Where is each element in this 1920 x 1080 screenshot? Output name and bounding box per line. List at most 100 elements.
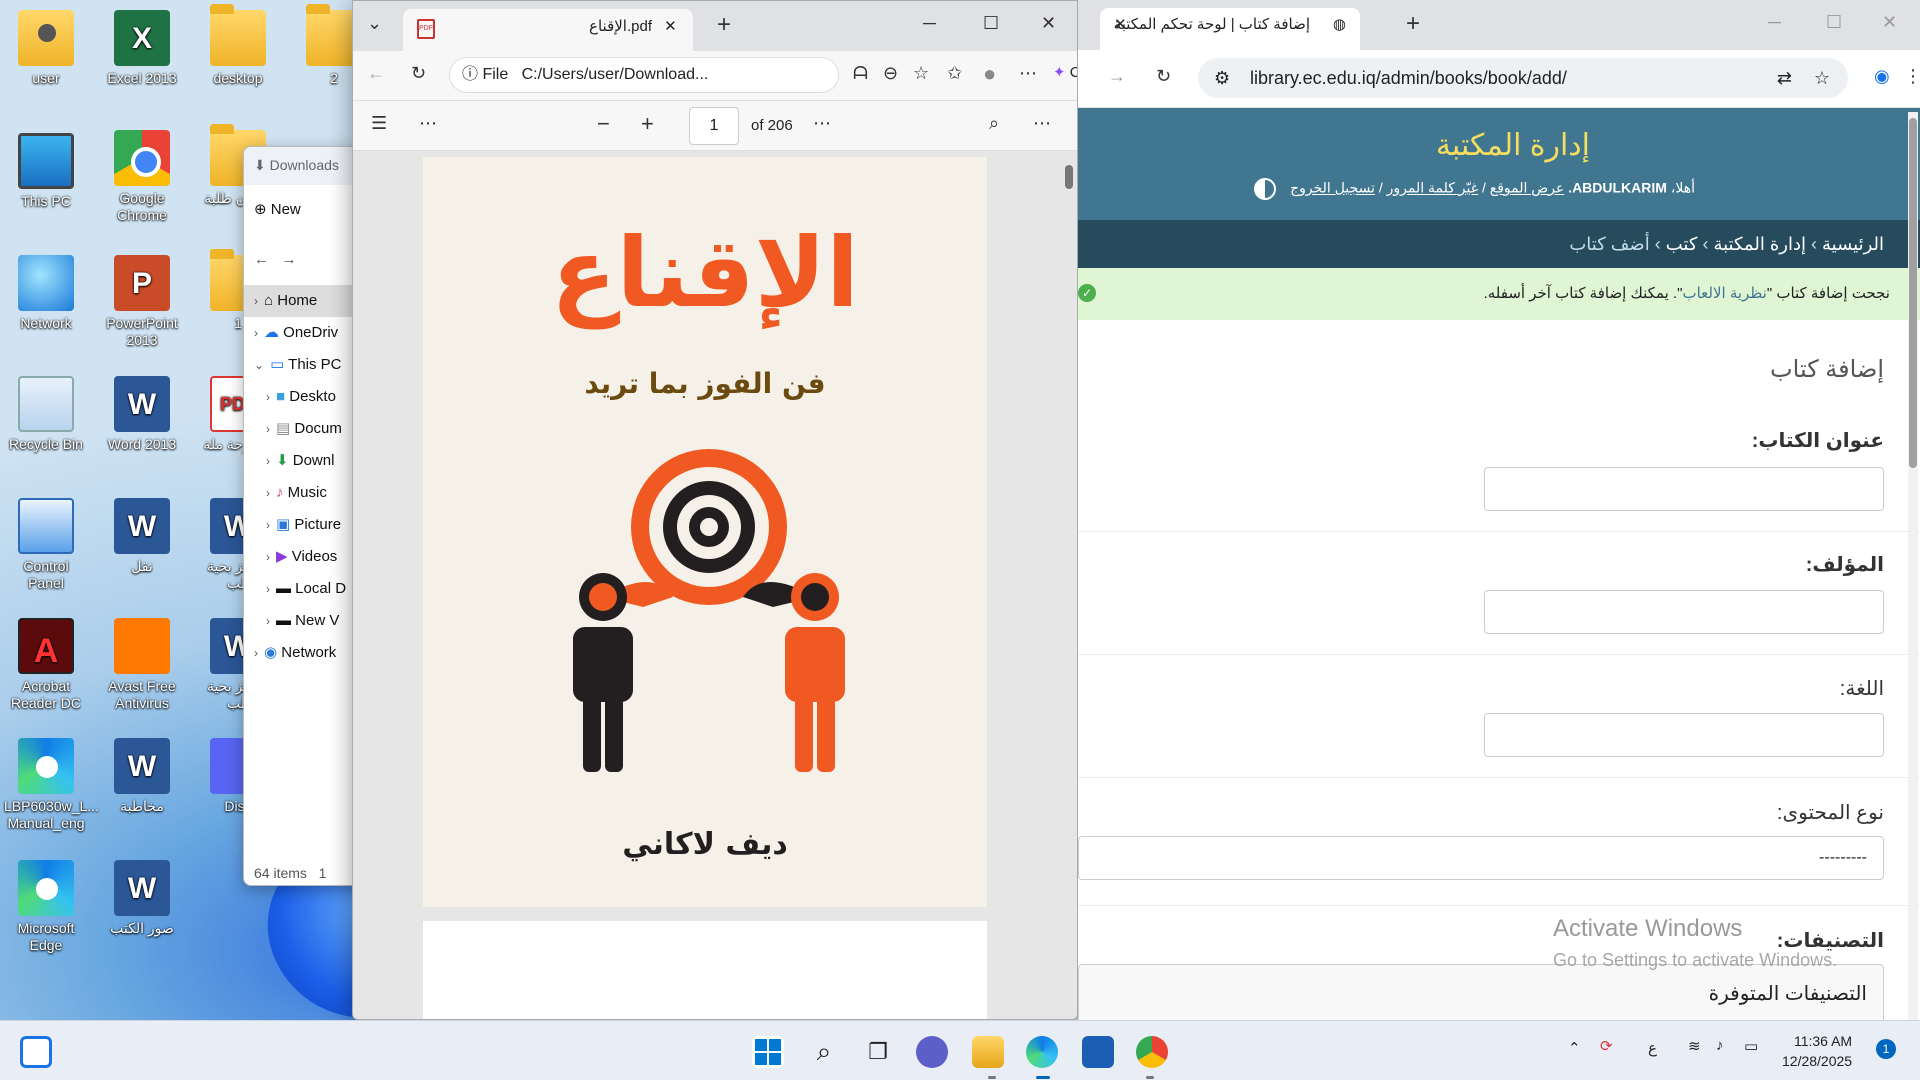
volume-icon[interactable]: ♪: [1716, 1037, 1724, 1054]
forward-arrow-icon[interactable]: →: [282, 251, 297, 268]
explorer-nav-this-pc[interactable]: ⌄ ▭ This PC: [244, 349, 362, 381]
edge-pdf-window[interactable]: ⌄ PDF الإقناع.pdf ✕ + ─ ☐ ✕ ← ↻ ⓘ File C…: [352, 0, 1078, 1020]
language-input[interactable]: [1484, 713, 1884, 757]
desktop-icon-this-pc[interactable]: This PC: [4, 133, 88, 210]
page-scrollbar-thumb[interactable]: [1909, 118, 1917, 468]
more-icon[interactable]: ⋯: [813, 113, 831, 134]
search-icon[interactable]: ⌕: [808, 1036, 840, 1068]
zoom-out-icon[interactable]: −: [597, 111, 610, 137]
language-indicator[interactable]: ع: [1648, 1039, 1657, 1057]
page-scrollbar[interactable]: [1908, 112, 1918, 1020]
explorer-nav-onedrive[interactable]: › ☁ OneDriv: [244, 317, 362, 349]
desktop-icon-user[interactable]: user: [4, 10, 88, 87]
tab-actions-chevron-icon[interactable]: ⌄: [367, 13, 382, 34]
explorer-new-button[interactable]: ⊕ New: [244, 185, 362, 235]
explorer-nav-local-disk[interactable]: › ▬ Local D: [244, 573, 362, 605]
explorer-nav-buttons[interactable]: ← →: [244, 235, 362, 285]
pdf-scrollbar-thumb[interactable]: [1065, 165, 1073, 189]
breadcrumb-home[interactable]: الرئيسية: [1822, 234, 1884, 254]
chrome-taskbar-icon[interactable]: [1136, 1036, 1168, 1068]
profile-icon[interactable]: ●: [983, 61, 996, 87]
chrome-window[interactable]: إضافة كتاب | لوحة تحكم المكتبة ◍ ✕ + ─ ☐…: [1078, 0, 1920, 1020]
edge-tab-pdf[interactable]: PDF الإقناع.pdf ✕: [403, 9, 693, 51]
desktop-icon-desktop-folder[interactable]: desktop: [196, 4, 280, 87]
explorer-nav-videos[interactable]: › ▶ Videos: [244, 541, 362, 573]
explorer-nav-new-volume[interactable]: › ▬ New V: [244, 605, 362, 637]
book-title-input[interactable]: [1484, 467, 1884, 511]
desktop-icon-edge[interactable]: Microsoft Edge: [4, 860, 88, 954]
close-tab-icon[interactable]: ✕: [664, 18, 677, 35]
explorer-nav-music[interactable]: › ♪ Music: [244, 477, 362, 509]
notification-badge[interactable]: 1: [1876, 1039, 1896, 1059]
menu-icon[interactable]: ⋮: [1904, 66, 1920, 87]
more-icon[interactable]: ⋯: [1033, 113, 1051, 134]
site-settings-icon[interactable]: ⚙: [1214, 58, 1230, 98]
chrome-tab-add-book[interactable]: إضافة كتاب | لوحة تحكم المكتبة ◍ ✕: [1100, 8, 1360, 50]
back-arrow-icon[interactable]: ←: [367, 63, 385, 84]
desktop-icon-excel[interactable]: X Excel 2013: [100, 10, 184, 87]
explorer-nav-downloads[interactable]: › ⬇ Downl: [244, 445, 362, 477]
battery-icon[interactable]: ▭: [1744, 1037, 1758, 1055]
explorer-nav-documents[interactable]: › ▤ Docum: [244, 413, 362, 445]
reload-icon[interactable]: ↻: [411, 63, 426, 84]
favorite-star-icon[interactable]: ☆: [913, 63, 929, 84]
minimize-icon[interactable]: ─: [1768, 12, 1781, 33]
theme-toggle-icon[interactable]: [1254, 178, 1277, 200]
wifi-icon[interactable]: ≋: [1688, 1037, 1701, 1055]
desktop-icon-acrobat[interactable]: A Acrobat Reader DC: [4, 618, 88, 712]
maximize-icon[interactable]: ☐: [1826, 12, 1842, 33]
author-input[interactable]: [1484, 590, 1884, 634]
desktop-icon-lbp-manual[interactable]: LBP6030w_L... Manual_eng: [4, 738, 99, 832]
logout-link[interactable]: تسجيل الخروج: [1290, 180, 1375, 196]
minimize-icon[interactable]: ─: [923, 13, 936, 34]
site-title[interactable]: إدارة المكتبة: [1436, 128, 1590, 163]
change-password-link[interactable]: غيّر كلمة المرور: [1387, 180, 1478, 196]
success-book-link[interactable]: نظرية الالعاب: [1682, 285, 1766, 302]
desktop-icon-powerpoint[interactable]: P PowerPoint 2013: [100, 255, 184, 349]
desktop-icon-word[interactable]: W Word 2013: [100, 376, 184, 453]
view-site-link[interactable]: عرض الموقع: [1490, 180, 1565, 196]
chrome-omnibox[interactable]: ⚙ library.ec.edu.iq/admin/books/book/add…: [1198, 58, 1848, 98]
zoom-in-icon[interactable]: +: [641, 111, 654, 137]
file-explorer-window[interactable]: ⬇ Downloads ⊕ New ← → › ⌂ Home › ☁ OneDriv…: [243, 146, 363, 886]
reload-icon[interactable]: ↻: [1156, 66, 1171, 87]
file-explorer-icon[interactable]: [972, 1036, 1004, 1068]
desktop-icon-doc-mukhataba[interactable]: W مخاطبة: [100, 738, 184, 815]
edge-omnibox[interactable]: ⓘ File C:/Users/user/Download...: [449, 57, 839, 93]
explorer-nav-pictures[interactable]: › ▣ Picture: [244, 509, 362, 541]
chevron-up-icon[interactable]: ⌃: [1568, 1039, 1581, 1057]
teams-chat-icon[interactable]: [916, 1036, 948, 1068]
explorer-nav-network[interactable]: › ◉ Network: [244, 637, 362, 669]
new-tab-icon[interactable]: +: [1406, 10, 1420, 38]
read-aloud-icon[interactable]: ᗩ: [853, 63, 868, 84]
more-icon[interactable]: ⋯: [419, 113, 437, 134]
available-categories-box[interactable]: التصنيفات المتوفرة: [1078, 964, 1884, 1020]
content-type-select[interactable]: ---------: [1078, 836, 1884, 880]
edge-taskbar-icon[interactable]: [1026, 1036, 1058, 1068]
task-view-icon[interactable]: ❐: [862, 1036, 894, 1068]
explorer-nav-home[interactable]: › ⌂ Home: [244, 285, 362, 317]
forward-arrow-icon[interactable]: →: [1108, 66, 1126, 87]
desktop-icon-recycle-bin[interactable]: Recycle Bin: [4, 376, 88, 453]
translate-icon[interactable]: ⇄: [1777, 58, 1792, 98]
new-tab-icon[interactable]: +: [717, 11, 731, 39]
desktop-icon-network[interactable]: Network: [4, 255, 88, 332]
back-arrow-icon[interactable]: ←: [254, 251, 269, 268]
close-window-icon[interactable]: ✕: [1882, 12, 1897, 33]
pdf-viewer[interactable]: الإقناع فن الفوز بما تريد ديف لاكاني: [353, 151, 1077, 1019]
explorer-nav-desktop[interactable]: › ■ Deskto: [244, 381, 362, 413]
bookmark-star-icon[interactable]: ☆: [1814, 58, 1830, 98]
contents-list-icon[interactable]: ☰: [371, 113, 387, 134]
store-icon[interactable]: [1082, 1036, 1114, 1068]
start-windows-icon[interactable]: [752, 1036, 784, 1068]
sync-icon[interactable]: ⟳: [1600, 1037, 1613, 1055]
page-number-input[interactable]: 1: [689, 107, 739, 145]
search-icon[interactable]: ⌕: [989, 113, 999, 134]
desktop-icon-doc-book-images[interactable]: W صور الكتب: [100, 860, 184, 937]
desktop-icon-chrome[interactable]: Google Chrome: [100, 130, 184, 224]
zoom-out-icon[interactable]: ⊖: [883, 63, 898, 84]
widgets-icon[interactable]: [20, 1036, 52, 1068]
desktop-icon-avast[interactable]: Avast Free Antivirus: [100, 618, 184, 712]
desktop-icon-control-panel[interactable]: Control Panel: [4, 498, 88, 592]
more-icon[interactable]: ⋯: [1019, 63, 1037, 84]
